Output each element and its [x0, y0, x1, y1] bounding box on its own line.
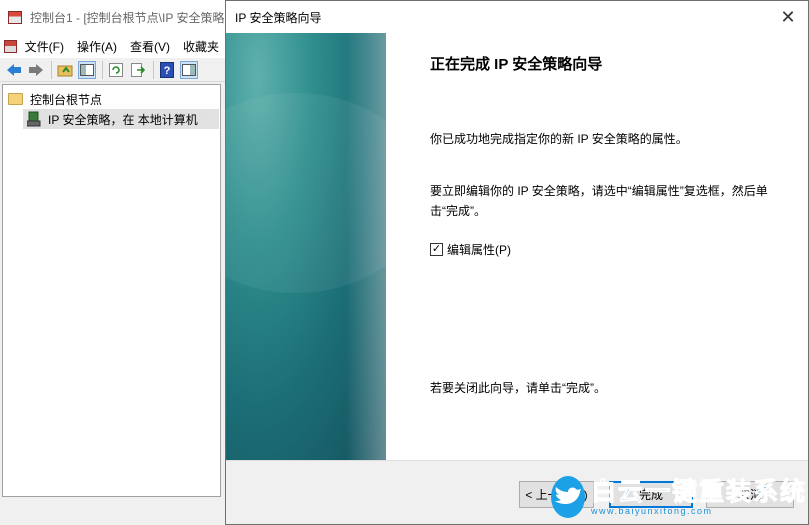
menu-view[interactable]: 查看(V)	[130, 38, 170, 55]
edit-properties-label: 编辑属性(P)	[447, 243, 511, 257]
toolbar-separator	[51, 60, 52, 79]
forward-arrow-icon[interactable]	[27, 61, 45, 79]
show-hide-tree-icon[interactable]	[78, 60, 96, 79]
mmc-window: 控制台1 - [控制台根节点\IP 安全策略 文件(F) 操作(A) 查看(V)…	[0, 0, 232, 525]
wizard-edit-instructions: 要立即编辑你的 IP 安全策略，请选中“编辑属性”复选框，然后单击“完成”。	[430, 184, 768, 218]
mmc-app-icon	[8, 10, 22, 24]
svg-text:?: ?	[164, 65, 171, 77]
mmc-statusbar	[0, 497, 232, 525]
toolbar-separator	[102, 60, 103, 79]
wizard-content: 正在完成 IP 安全策略向导 你已成功地完成指定你的新 IP 安全策略的属性。 …	[430, 33, 790, 395]
wizard-title: IP 安全策略向导	[235, 10, 322, 25]
ip-security-wizard-dialog: IP 安全策略向导 ✕ 正在完成 IP 安全策略向导 你已成功地完成指定你的新 …	[166, 0, 809, 525]
tree-item-root[interactable]: 控制台根节点	[3, 89, 220, 109]
mmc-system-menu-icon[interactable]	[4, 39, 17, 53]
edit-properties-checkbox[interactable]: ✓ 编辑属性(P)	[430, 241, 790, 258]
tree-item-ip-security-label: IP 安全策略，在 本地计算机	[48, 112, 198, 127]
help-icon[interactable]: ?	[158, 61, 176, 79]
menu-file[interactable]: 文件(F)	[25, 38, 64, 55]
mmc-title-text: 控制台1 - [控制台根节点\IP 安全策略	[30, 10, 225, 25]
folder-icon	[8, 93, 23, 105]
bird-logo-icon	[551, 476, 585, 518]
mmc-titlebar: 控制台1 - [控制台根节点\IP 安全策略	[0, 0, 232, 34]
refresh-icon[interactable]	[107, 61, 125, 79]
up-folder-icon[interactable]	[56, 61, 74, 79]
toolbar-separator	[153, 60, 154, 79]
watermark-text: 白云一键重装系统 www.baiyunxitong.com	[590, 478, 807, 517]
checkbox-box[interactable]: ✓	[430, 243, 443, 256]
mmc-toolbar: ?	[0, 58, 232, 82]
ip-security-policy-icon	[26, 111, 41, 127]
menu-favorites[interactable]: 收藏夹	[183, 38, 219, 55]
tree-item-ip-security[interactable]: IP 安全策略，在 本地计算机	[23, 109, 219, 129]
watermark-url: www.baiyunxitong.com	[590, 506, 713, 516]
back-arrow-icon[interactable]	[5, 61, 23, 79]
tree-item-root-label: 控制台根节点	[30, 92, 103, 107]
wizard-banner-image	[166, 33, 426, 460]
wizard-titlebar: IP 安全策略向导	[226, 1, 808, 33]
mmc-menubar: 文件(F) 操作(A) 查看(V) 收藏夹	[0, 34, 232, 58]
export-list-icon[interactable]	[129, 61, 147, 79]
close-icon[interactable]: ✕	[778, 7, 798, 27]
wizard-close-instructions: 若要关闭此向导，请单击“完成”。	[430, 381, 606, 395]
wizard-completion-text: 你已成功地完成指定你的新 IP 安全策略的属性。	[430, 132, 688, 146]
action-pane-icon[interactable]	[180, 60, 198, 79]
menu-action[interactable]: 操作(A)	[77, 38, 117, 55]
watermark: 白云一键重装系统 www.baiyunxitong.com	[551, 474, 807, 520]
wizard-heading: 正在完成 IP 安全策略向导	[430, 56, 603, 73]
watermark-brand: 白云一键重装系统	[590, 478, 807, 507]
